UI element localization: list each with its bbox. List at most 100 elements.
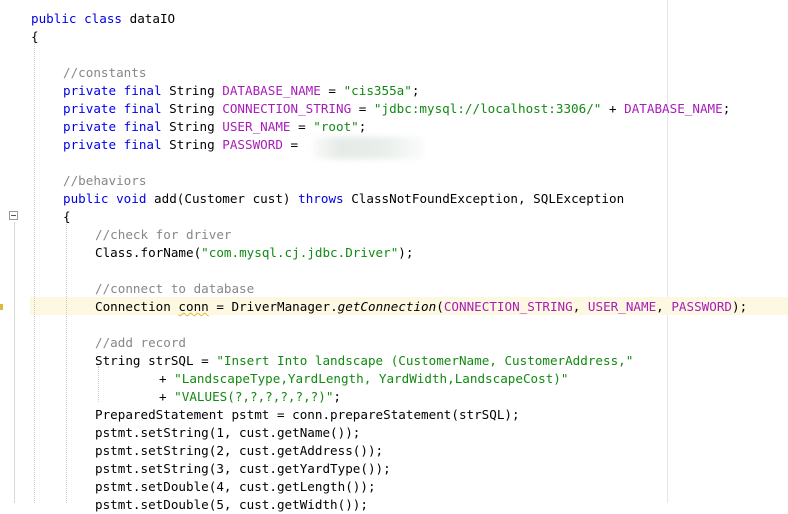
field: USER_NAME	[587, 299, 657, 314]
code-line: //behaviors	[63, 172, 146, 190]
code-line: //add record	[95, 334, 186, 352]
code-line: {	[63, 208, 71, 226]
fold-collapse-icon[interactable]	[9, 211, 18, 220]
keyword: private final	[63, 137, 162, 152]
code-line: private final String PASSWORD =	[63, 136, 306, 154]
code-line: pstmt.setString(3, cust.getYardType());	[95, 460, 391, 478]
code-text: Connection	[95, 299, 179, 314]
string-literal: "com.mysql.cj.jdbc.Driver"	[201, 245, 399, 260]
code-text: (	[436, 299, 444, 314]
warning-marker-icon	[0, 304, 3, 310]
code-text: );	[398, 245, 414, 260]
code-line: //constants	[63, 64, 146, 82]
code-text: ,	[572, 299, 588, 314]
operator: +	[601, 101, 625, 116]
code-line: //connect to database	[95, 280, 254, 298]
code-text: PreparedStatement pstmt = conn.prepareSt…	[95, 407, 520, 422]
code-text: String strSQL =	[95, 353, 217, 368]
brace: {	[31, 29, 39, 44]
operator: =	[351, 101, 374, 116]
fold-guide-line	[14, 222, 15, 503]
operator: =	[282, 137, 306, 152]
indent-guide	[66, 222, 67, 503]
comment: //behaviors	[63, 173, 147, 188]
code-line: String strSQL = "Insert Into landscape (…	[95, 352, 633, 370]
field: CONNECTION_STRING	[443, 299, 573, 314]
method-signature: add(Customer cust)	[154, 191, 291, 206]
code-text: +	[159, 389, 175, 404]
comment: //constants	[63, 65, 147, 80]
code-line: Class.forName("com.mysql.cj.jdbc.Driver"…	[95, 244, 413, 262]
code-text: pstmt.setDouble(4, cust.getLength());	[95, 479, 376, 494]
field: PASSWORD	[671, 299, 732, 314]
code-editor[interactable]: public class dataIO { //constants privat…	[0, 0, 788, 512]
code-line: private final String USER_NAME = "root";	[63, 118, 366, 136]
code-line: private final String CONNECTION_STRING =…	[63, 100, 730, 118]
operator: =	[320, 83, 344, 98]
type: String	[169, 137, 215, 152]
code-line: {	[31, 28, 39, 46]
field: CONNECTION_STRING	[222, 101, 352, 116]
code-line: //check for driver	[95, 226, 231, 244]
keyword: throws	[298, 191, 344, 206]
string-literal: "cis355a"	[343, 83, 412, 98]
comment: //check for driver	[95, 227, 232, 242]
code-line: + "LandscapeType,YardLength, YardWidth,L…	[159, 370, 568, 388]
code-line: + "VALUES(?,?,?,?,?,?)";	[159, 388, 341, 406]
code-line: pstmt.setString(1, cust.getName());	[95, 424, 360, 442]
code-text: pstmt.setString(2, cust.getAddress());	[95, 443, 384, 458]
keyword: public	[63, 191, 109, 206]
code-line: PreparedStatement pstmt = conn.prepareSt…	[95, 406, 520, 424]
keyword: private final	[63, 101, 162, 116]
class-name: dataIO	[129, 11, 176, 26]
code-line: pstmt.setDouble(4, cust.getLength());	[95, 478, 376, 496]
comment: //add record	[95, 335, 186, 350]
field: DATABASE_NAME	[624, 101, 723, 116]
right-margin-line	[667, 0, 668, 503]
field: DATABASE_NAME	[222, 83, 321, 98]
comment: //connect to database	[95, 281, 255, 296]
keyword: public	[31, 11, 77, 26]
type: String	[169, 83, 215, 98]
operator: =	[290, 119, 314, 134]
exceptions: ClassNotFoundException, SQLException	[351, 191, 625, 206]
string-literal: "jdbc:mysql://localhost:3306/"	[373, 101, 602, 116]
code-line: private final String DATABASE_NAME = "ci…	[63, 82, 419, 100]
code-text: pstmt.setString(1, cust.getName());	[95, 425, 361, 440]
type: String	[169, 101, 215, 116]
field: USER_NAME	[222, 119, 291, 134]
variable-warning: conn	[178, 299, 209, 314]
code-text: = DriverManager.	[208, 299, 338, 314]
type: String	[169, 119, 215, 134]
brace: {	[63, 209, 71, 224]
code-text: pstmt.setDouble(5, cust.getWidth());	[95, 497, 368, 512]
keyword: private final	[63, 119, 162, 134]
editor-gutter	[0, 0, 24, 503]
method-call: getConnection	[337, 299, 437, 314]
indent-guide	[98, 366, 99, 402]
code-line-current: Connection conn = DriverManager.getConne…	[95, 298, 747, 316]
string-literal: "Insert Into landscape (CustomerName, Cu…	[216, 353, 634, 368]
indent-guide	[34, 40, 35, 503]
string-literal: "VALUES(?,?,?,?,?,?)"	[174, 389, 334, 404]
keyword: class	[84, 11, 123, 26]
redacted-password-blur	[312, 137, 424, 159]
string-literal: "root"	[313, 119, 359, 134]
code-text: Class.forName(	[95, 245, 202, 260]
code-line: public class dataIO	[31, 10, 175, 28]
code-text: ;	[333, 389, 341, 404]
keyword: private final	[63, 83, 162, 98]
code-text: +	[159, 371, 175, 386]
keyword: void	[116, 191, 147, 206]
punct: ;	[358, 119, 367, 134]
string-literal: "LandscapeType,YardLength, YardWidth,Lan…	[174, 371, 569, 386]
code-line: pstmt.setDouble(5, cust.getWidth());	[95, 496, 368, 514]
code-text: ,	[656, 299, 672, 314]
code-text: );	[732, 299, 748, 314]
field: PASSWORD	[222, 137, 283, 152]
punct: ;	[411, 83, 420, 98]
code-text: pstmt.setString(3, cust.getYardType());	[95, 461, 391, 476]
punct: ;	[722, 101, 731, 116]
code-line: public void add(Customer cust) throws Cl…	[63, 190, 624, 208]
code-line: pstmt.setString(2, cust.getAddress());	[95, 442, 383, 460]
